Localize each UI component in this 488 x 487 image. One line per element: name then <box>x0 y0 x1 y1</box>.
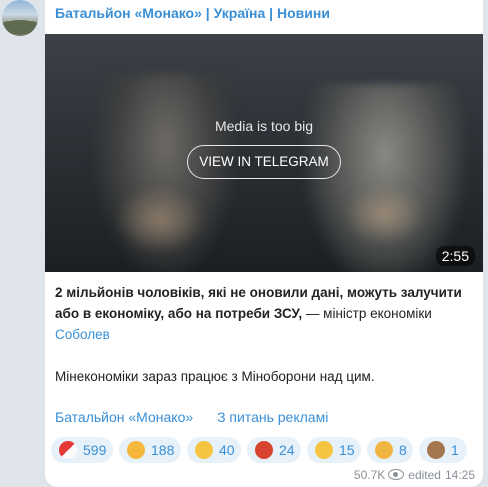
ads-link[interactable]: З питань рекламі <box>217 409 328 425</box>
view-in-telegram-button[interactable]: VIEW IN TELEGRAM <box>187 145 341 179</box>
thinking-face-icon <box>195 441 213 459</box>
reaction-thinking[interactable]: 40 <box>187 437 241 463</box>
reaction-count: 15 <box>339 442 355 458</box>
video-preview[interactable]: Media is too big VIEW IN TELEGRAM 2:55 <box>45 34 483 272</box>
edited-label: edited <box>408 468 441 482</box>
sobolev-link[interactable]: Соболев <box>55 327 110 342</box>
channel-name[interactable]: Батальйон «Монако» | Україна | Новини <box>55 5 330 21</box>
post-plain-text: — міністр економіки <box>302 306 432 321</box>
reaction-thumbs-up[interactable]: 188 <box>119 437 181 463</box>
blurred-hands-right <box>345 184 425 244</box>
thumbs-up-icon <box>127 441 145 459</box>
view-count: 50.7K <box>353 468 386 482</box>
praying-hands-icon <box>375 441 393 459</box>
reaction-count: 1 <box>451 442 459 458</box>
post-paragraph-1: 2 мільйонів чоловіків, які не оновили да… <box>55 282 475 345</box>
reaction-angry[interactable]: 24 <box>247 437 301 463</box>
reaction-pill[interactable]: 599 <box>51 437 113 463</box>
reaction-woozy[interactable]: 15 <box>307 437 361 463</box>
pill-icon <box>59 441 77 459</box>
reaction-count: 40 <box>219 442 235 458</box>
channel-avatar[interactable] <box>2 0 38 36</box>
reaction-count: 24 <box>279 442 295 458</box>
post-links: Батальйон «Монако» З питань рекламі <box>55 409 348 425</box>
woozy-face-icon <box>315 441 333 459</box>
post-paragraph-2: Мінекономіки зараз працює з Міноборони н… <box>55 369 375 384</box>
channel-link[interactable]: Батальйон «Монако» <box>55 409 193 425</box>
reaction-count: 8 <box>399 442 407 458</box>
message-bubble: Батальйон «Монако» | Україна | Новини Me… <box>45 0 483 487</box>
blurred-hands-left <box>115 184 205 254</box>
reaction-count: 599 <box>83 442 107 458</box>
reaction-count: 188 <box>151 442 175 458</box>
reactions-bar: 599 188 40 24 15 8 1 <box>51 437 479 463</box>
avatar-hill-shape <box>2 20 38 34</box>
message-time: 14:25 <box>444 468 475 482</box>
see-no-evil-monkey-icon <box>427 441 445 459</box>
eye-icon <box>388 469 405 480</box>
message-footer: 50.7K edited 14:25 <box>354 468 475 482</box>
angry-face-icon <box>255 441 273 459</box>
reaction-praying[interactable]: 8 <box>367 437 413 463</box>
reaction-monkey[interactable]: 1 <box>419 437 467 463</box>
video-duration: 2:55 <box>435 246 475 266</box>
media-too-big-note: Media is too big <box>214 118 314 134</box>
